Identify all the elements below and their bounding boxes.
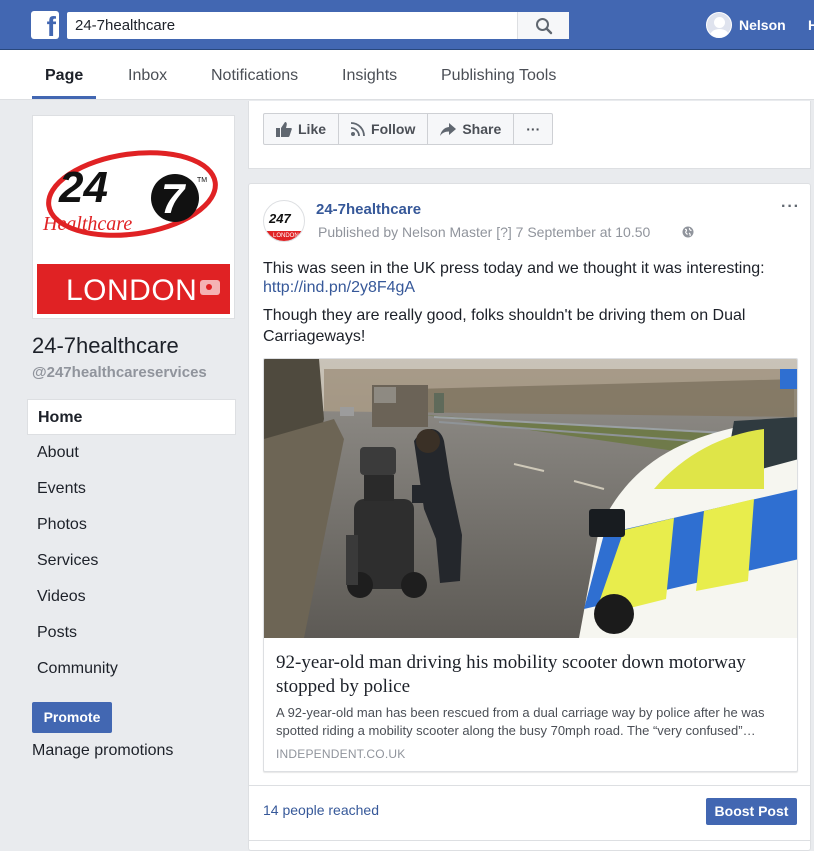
nav-item-events[interactable]: Events xyxy=(27,471,236,507)
like-button[interactable]: Like xyxy=(264,114,340,144)
logo-swoosh-graphic: 24 7 TM Healthcare xyxy=(42,150,218,238)
follow-button[interactable]: Follow xyxy=(339,114,429,144)
link-preview-image[interactable] xyxy=(264,359,798,638)
more-dots-icon: ··· xyxy=(526,121,541,137)
tab-insights[interactable]: Insights xyxy=(342,67,397,85)
avatar-logo-number: 24 xyxy=(269,211,284,226)
divider xyxy=(249,785,810,786)
like-label: Like xyxy=(298,121,327,137)
logo-script: Healthcare xyxy=(42,213,132,235)
page-profile-picture[interactable]: 24 7 TM Healthcare LONDON xyxy=(32,115,235,319)
active-tab-indicator xyxy=(32,96,96,99)
facebook-logo-icon[interactable]: f xyxy=(31,11,59,39)
post-meta: Published by Nelson Master [?] 7 Septemb… xyxy=(318,224,694,240)
nav-item-videos[interactable]: Videos xyxy=(27,579,236,615)
page-action-bar: Like Follow Share ··· xyxy=(263,113,554,145)
post-text-line: This was seen in the UK press today and … xyxy=(263,260,765,277)
share-arrow-icon xyxy=(440,122,457,136)
rss-icon xyxy=(351,122,365,136)
post-text-paragraph: Though they are really good, folks shoul… xyxy=(263,307,746,345)
link-domain: INDEPENDENT.CO.UK xyxy=(276,747,406,761)
share-button[interactable]: Share xyxy=(428,114,515,144)
boost-post-button[interactable]: Boost Post xyxy=(706,798,797,825)
left-nav: Home About Events Photos Services Videos… xyxy=(27,399,236,687)
manage-promotions-link[interactable]: Manage promotions xyxy=(32,742,173,760)
top-bar: f 24-7healthcare Nelson H xyxy=(0,0,814,50)
page-nav: Page Inbox Notifications Insights Publis… xyxy=(0,50,814,100)
search-icon xyxy=(536,18,553,35)
logo-city: LONDON xyxy=(66,274,198,307)
home-link[interactable]: H xyxy=(808,17,814,33)
logo-location-band: LONDON xyxy=(37,264,230,314)
tab-page[interactable]: Page xyxy=(45,67,83,85)
avatar xyxy=(706,12,732,38)
logo-number: 24 xyxy=(58,163,108,212)
post-options-icon[interactable]: ··· xyxy=(781,198,800,216)
follow-label: Follow xyxy=(371,121,416,137)
promote-button[interactable]: Promote xyxy=(32,702,112,733)
logo-trademark: TM xyxy=(197,177,207,184)
page-actions-card: Like Follow Share ··· xyxy=(248,101,811,169)
logo-letter: f xyxy=(46,11,56,39)
tab-publishing-tools[interactable]: Publishing Tools xyxy=(441,67,556,85)
divider xyxy=(249,840,810,841)
nav-item-about[interactable]: About xyxy=(27,435,236,471)
avatar-logo-text: 247 xyxy=(269,211,291,226)
more-actions-button[interactable]: ··· xyxy=(514,114,552,144)
page-handle[interactable]: @247healthcareservices xyxy=(32,364,207,381)
post-link[interactable]: http://ind.pn/2y8F4gA xyxy=(263,279,415,297)
tab-inbox[interactable]: Inbox xyxy=(128,67,167,85)
search-input[interactable]: 24-7healthcare xyxy=(75,17,175,34)
post-published-info[interactable]: Published by Nelson Master [?] 7 Septemb… xyxy=(318,224,650,240)
nav-item-posts[interactable]: Posts xyxy=(27,615,236,651)
avatar-logo-city: LONDON xyxy=(273,233,299,239)
share-label: Share xyxy=(462,121,502,137)
user-name: Nelson xyxy=(739,17,786,33)
thumbs-up-icon xyxy=(276,121,292,137)
tab-notifications[interactable]: Notifications xyxy=(211,67,298,85)
avatar-logo-seven: 7 xyxy=(283,211,291,226)
nav-item-services[interactable]: Services xyxy=(27,543,236,579)
page-title[interactable]: 24-7healthcare xyxy=(32,333,179,359)
nav-item-community[interactable]: Community xyxy=(27,651,236,687)
post-author-name[interactable]: 24-7healthcare xyxy=(316,201,421,218)
nav-item-home[interactable]: Home xyxy=(27,399,236,435)
post-reach[interactable]: 14 people reached xyxy=(263,802,379,818)
brand-logo: 24 7 TM Healthcare LONDON xyxy=(37,120,230,314)
camera-icon[interactable] xyxy=(200,280,220,295)
post-card: 247 LONDON 24-7healthcare Published by N… xyxy=(248,183,811,851)
left-column: 24 7 TM Healthcare LONDON 24-7healthcare… xyxy=(0,101,247,851)
search-button[interactable] xyxy=(517,12,569,39)
avatar-city-band: LONDON xyxy=(264,231,304,241)
logo-seven: 7 xyxy=(161,175,186,222)
search-bar[interactable]: 24-7healthcare xyxy=(67,12,569,39)
post-author-avatar[interactable]: 247 LONDON xyxy=(263,200,305,242)
nav-item-photos[interactable]: Photos xyxy=(27,507,236,543)
link-description: A 92-year-old man has been rescued from … xyxy=(276,705,765,738)
link-title[interactable]: 92-year-old man driving his mobility sco… xyxy=(276,651,786,699)
link-preview-card[interactable]: 92-year-old man driving his mobility sco… xyxy=(263,358,798,772)
globe-icon[interactable] xyxy=(682,226,694,238)
